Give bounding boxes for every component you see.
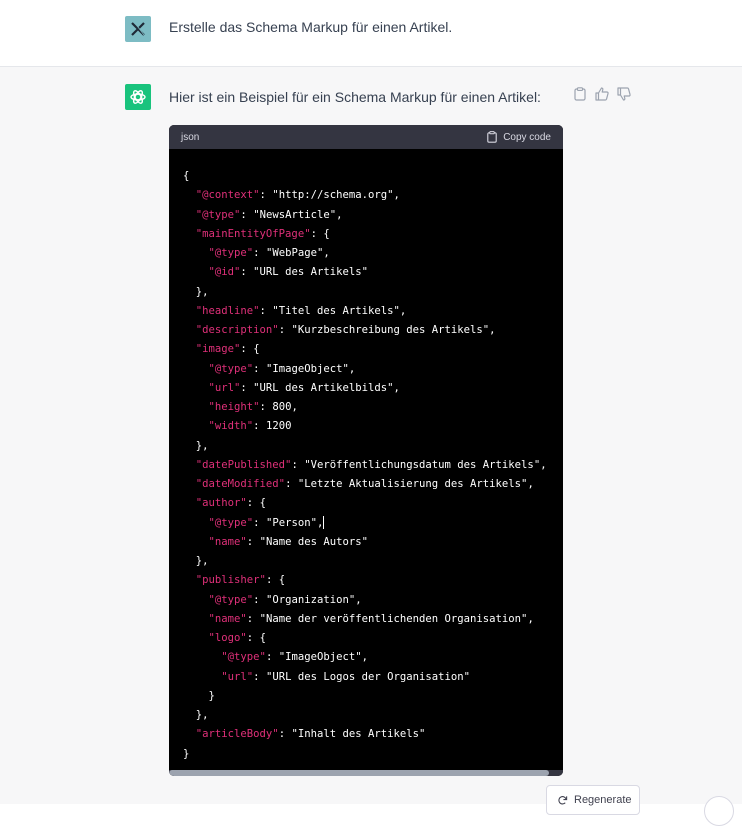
code-line: "description": "Kurzbeschreibung des Art…	[195, 324, 496, 336]
copy-code-button[interactable]: Copy code	[487, 131, 551, 143]
code-content[interactable]: { "@context": "http://schema.org", "@typ…	[169, 149, 563, 764]
code-line: "width": 1200	[208, 420, 292, 433]
code-line: "@type": "ImageObject",	[208, 362, 356, 375]
copy-message-button[interactable]	[572, 86, 588, 102]
code-line: "@type": "ImageObject",	[221, 651, 368, 664]
code-line: "name": "Name des Autors"	[208, 535, 368, 548]
code-line: "url": "URL des Artikelbilds",	[208, 381, 400, 394]
assistant-intro-text: Hier ist ein Beispiel für ein Schema Mar…	[169, 89, 541, 105]
code-line: },	[183, 555, 209, 567]
code-line: "mainEntityOfPage": {	[195, 227, 330, 240]
code-line: }	[183, 747, 190, 760]
regenerate-label: Regenerate	[574, 794, 632, 806]
code-line: },	[183, 709, 209, 721]
user-message-text: Erstelle das Schema Markup für einen Art…	[169, 19, 453, 35]
code-line: "logo": {	[208, 632, 266, 644]
scrollbar-thumb[interactable]	[169, 770, 549, 776]
code-line: }	[183, 689, 215, 702]
openai-logo-icon	[130, 90, 146, 104]
code-line: "image": {	[195, 343, 260, 356]
code-line: "url": "URL des Logos der Organisation"	[221, 670, 471, 683]
code-line: {	[183, 170, 190, 182]
clipboard-icon	[574, 87, 586, 101]
scroll-down-button[interactable]	[704, 796, 734, 826]
thumbs-down-icon	[617, 87, 631, 101]
code-line: "dateModified": "Letzte Aktualisierung d…	[195, 478, 534, 490]
code-line: "author": {	[195, 497, 266, 510]
assistant-avatar	[125, 84, 151, 110]
code-line: "height": 800,	[208, 401, 298, 413]
code-line: "@type": "WebPage",	[208, 247, 330, 259]
code-block: json Copy code { "@context": "http://sch…	[169, 125, 563, 776]
code-line: "headline": "Titel des Artikels",	[195, 304, 407, 317]
text-cursor	[323, 516, 325, 529]
code-line: "@type": "Organization",	[208, 593, 362, 606]
code-line: },	[183, 439, 209, 452]
horizontal-scrollbar[interactable]	[169, 770, 563, 776]
code-block-header: json Copy code	[169, 125, 563, 149]
code-line: "@context": "http://schema.org",	[195, 189, 400, 202]
code-line: "@id": "URL des Artikels"	[208, 266, 368, 279]
code-line: "datePublished": "Veröffentlichungsdatum…	[195, 458, 547, 471]
code-line: "name": "Name der veröffentlichenden Org…	[208, 612, 534, 625]
code-line: "@type": "NewsArticle",	[195, 208, 343, 221]
thumbs-up-button[interactable]	[594, 86, 610, 102]
code-language-label: json	[181, 131, 200, 143]
user-avatar	[125, 16, 151, 42]
message-actions	[572, 86, 632, 102]
copy-code-label: Copy code	[503, 131, 551, 143]
code-line: "@type": "Person",	[208, 516, 325, 529]
thumbs-down-button[interactable]	[616, 86, 632, 102]
x-logo-icon	[131, 22, 145, 36]
code-line: "articleBody": "Inhalt des Artikels"	[195, 728, 426, 741]
clipboard-icon	[487, 131, 497, 143]
code-line: "publisher": {	[195, 574, 286, 587]
user-message-row: Erstelle das Schema Markup für einen Art…	[0, 0, 742, 67]
regenerate-button[interactable]: Regenerate	[546, 785, 640, 815]
code-line: },	[183, 285, 209, 298]
thumbs-up-icon	[595, 87, 609, 101]
